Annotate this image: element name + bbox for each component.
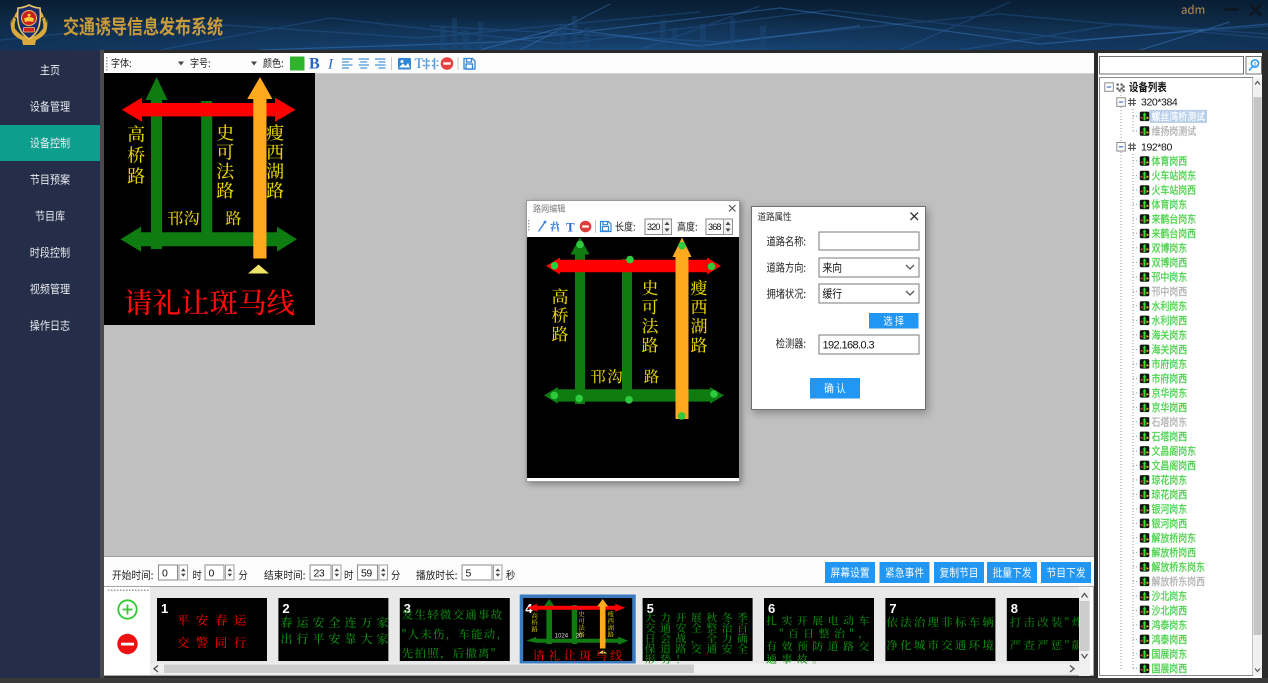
svg-text:5: 5 [466,568,472,580]
svg-text:B: B [309,56,320,73]
svg-text:368: 368 [708,222,721,232]
svg-text:0: 0 [209,568,215,580]
svg-text:320*384: 320*384 [1141,97,1178,109]
svg-text:T: T [566,220,575,235]
svg-text:23: 23 [314,568,325,580]
svg-text:T: T [415,56,424,72]
svg-text:3: 3 [1254,62,1257,68]
svg-text:192.168.0.3: 192.168.0.3 [823,340,875,352]
svg-text:0: 0 [162,568,168,580]
svg-text:59: 59 [361,568,372,580]
svg-text:I: I [327,57,334,73]
svg-text:320: 320 [647,222,660,232]
svg-text:192*80: 192*80 [1141,142,1172,154]
